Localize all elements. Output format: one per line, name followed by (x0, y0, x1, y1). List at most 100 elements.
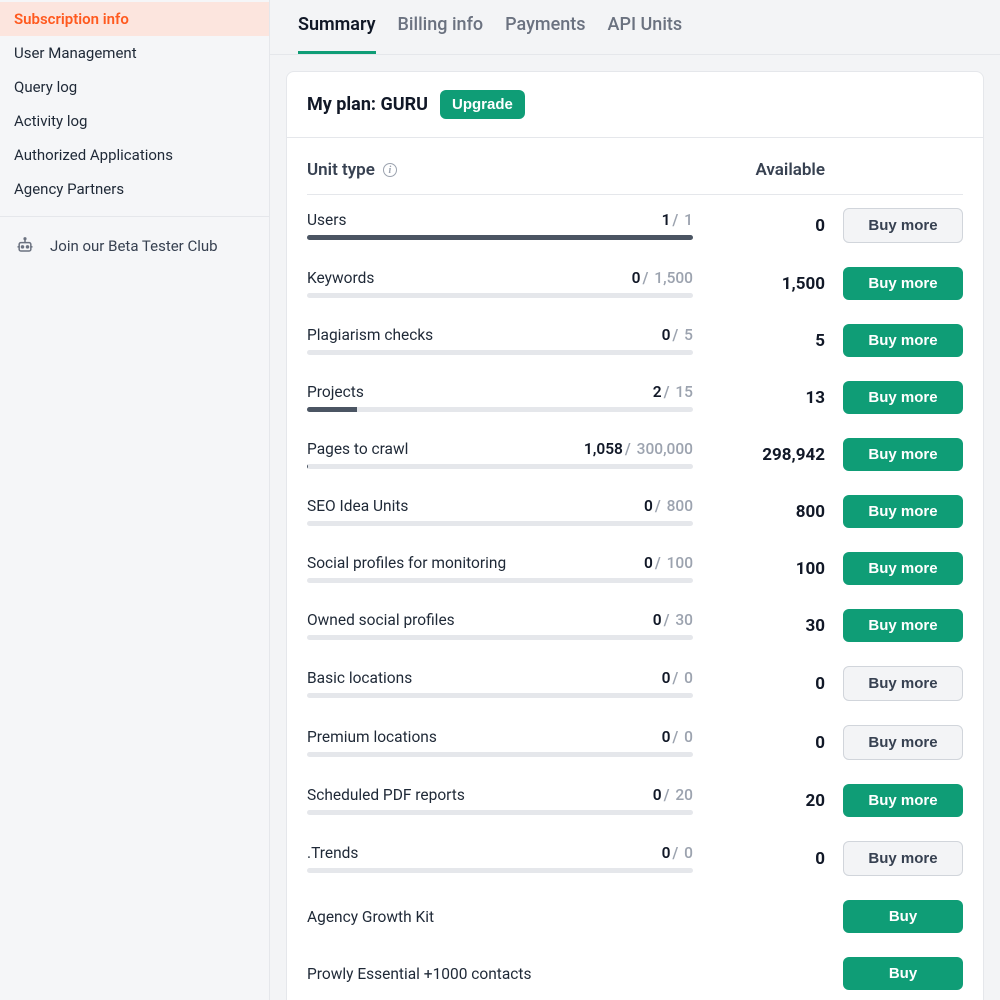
tab-payments[interactable]: Payments (505, 0, 585, 54)
unit-action: Buy more (833, 495, 963, 528)
unit-label: Basic locations (307, 669, 412, 687)
unit-available: 13 (693, 388, 833, 408)
unit-main: Premium locations0/ 0 (307, 728, 693, 757)
unit-usage: 0/ 20 (653, 786, 693, 804)
sidebar-item-agency-partners[interactable]: Agency Partners (0, 172, 269, 206)
unit-action: Buy more (833, 725, 963, 760)
unit-label: .Trends (307, 844, 358, 862)
table-row: Plagiarism checks0/ 55Buy more (307, 311, 963, 368)
buy-more-button[interactable]: Buy more (843, 495, 963, 528)
unit-action: Buy more (833, 324, 963, 357)
buy-more-button[interactable]: Buy more (843, 666, 963, 701)
beta-tester-link[interactable]: Join our Beta Tester Club (0, 227, 269, 265)
table-row: Premium locations0/ 00 Buy more (307, 712, 963, 771)
unit-label: Projects (307, 383, 364, 401)
upgrade-button[interactable]: Upgrade (440, 90, 525, 119)
unit-usage: 2/ 15 (653, 383, 693, 401)
unit-label: Social profiles for monitoring (307, 554, 506, 572)
unit-usage: 0/ 0 (662, 844, 693, 862)
unit-available: 20 (693, 791, 833, 811)
unit-usage: 1,058/ 300,000 (584, 440, 693, 458)
progress-bar (307, 868, 693, 873)
buy-more-button[interactable]: Buy more (843, 609, 963, 642)
unit-action: Buy more (833, 841, 963, 876)
beta-label: Join our Beta Tester Club (50, 237, 218, 255)
unit-label: Users (307, 211, 347, 229)
tab-summary[interactable]: Summary (298, 0, 376, 54)
tab-bar: Summary Billing info Payments API Units (270, 0, 1000, 55)
robot-icon (14, 235, 36, 257)
unit-action: Buy (833, 900, 963, 933)
buy-more-button[interactable]: Buy more (843, 438, 963, 471)
table-row: .Trends 0/ 00 Buy more (307, 828, 963, 887)
unit-label: Agency Growth Kit (307, 908, 434, 926)
sidebar-item-label: User Management (14, 44, 137, 62)
unit-label: Prowly Essential +1000 contacts (307, 965, 531, 983)
unit-main: Plagiarism checks0/ 5 (307, 326, 693, 355)
main-content: Summary Billing info Payments API Units My … (270, 0, 1000, 1000)
progress-bar (307, 235, 693, 240)
tab-api-units[interactable]: API Units (608, 0, 683, 54)
progress-bar (307, 810, 693, 815)
unit-action: Buy (833, 957, 963, 990)
unit-available: 100 (693, 559, 833, 579)
unit-label: SEO Idea Units (307, 497, 408, 515)
table-row: Agency Growth Kit Buy (307, 887, 963, 944)
sidebar-item-activity-log[interactable]: Activity log (0, 104, 269, 138)
table-row: Projects 2/ 1513 Buy more (307, 368, 963, 425)
unit-main: Users1/ 1 (307, 211, 693, 240)
sidebar-item-label: Agency Partners (14, 180, 124, 198)
buy-more-button[interactable]: Buy more (843, 784, 963, 817)
buy-more-button[interactable]: Buy more (843, 267, 963, 300)
table-row: Owned social profiles0/ 3030Buy more (307, 596, 963, 653)
sidebar-item-subscription-info[interactable]: Subscription info (0, 2, 269, 36)
unit-main: Projects 2/ 15 (307, 383, 693, 412)
progress-bar (307, 293, 693, 298)
unit-action: Buy more (833, 438, 963, 471)
table-row: Keywords0/ 1,5001,500Buy more (307, 254, 963, 311)
buy-button[interactable]: Buy (843, 900, 963, 933)
unit-usage: 0/ 1,500 (632, 269, 693, 287)
unit-action: Buy more (833, 552, 963, 585)
unit-action: Buy more (833, 208, 963, 243)
unit-label: Scheduled PDF reports (307, 786, 465, 804)
table-header-row: Unit type i Available (307, 154, 963, 195)
buy-more-button[interactable]: Buy more (843, 841, 963, 876)
info-icon[interactable]: i (383, 163, 397, 177)
table-row: SEO Idea Units0/ 800800Buy more (307, 482, 963, 539)
sidebar-item-label: Subscription info (14, 10, 129, 28)
unit-main: .Trends 0/ 0 (307, 844, 693, 873)
progress-bar (307, 578, 693, 583)
progress-bar (307, 464, 693, 469)
unit-usage: 0/ 5 (662, 326, 693, 344)
unit-label: Premium locations (307, 728, 437, 746)
unit-available: 0 (693, 216, 833, 236)
progress-bar (307, 693, 693, 698)
unit-available: 30 (693, 616, 833, 636)
buy-button[interactable]: Buy (843, 957, 963, 990)
buy-more-button[interactable]: Buy more (843, 552, 963, 585)
unit-usage: 0/ 30 (653, 611, 693, 629)
buy-more-button[interactable]: Buy more (843, 324, 963, 357)
buy-more-button[interactable]: Buy more (843, 381, 963, 414)
unit-usage: 0/ 100 (644, 554, 693, 572)
plan-title: My plan: GURU (307, 94, 428, 115)
sidebar-item-query-log[interactable]: Query log (0, 70, 269, 104)
column-unit-type-label: Unit type (307, 160, 375, 180)
table-row: Prowly Essential +1000 contacts Buy (307, 944, 963, 1000)
buy-more-button[interactable]: Buy more (843, 725, 963, 760)
buy-more-button[interactable]: Buy more (843, 208, 963, 243)
unit-main: Agency Growth Kit (307, 908, 693, 926)
sidebar-item-authorized-applications[interactable]: Authorized Applications (0, 138, 269, 172)
plan-name: GURU (380, 94, 428, 115)
unit-available: 0 (693, 733, 833, 753)
tab-billing-info[interactable]: Billing info (398, 0, 484, 54)
progress-bar (307, 521, 693, 526)
column-unit-type: Unit type i (307, 160, 693, 180)
sidebar-item-label: Query log (14, 78, 77, 96)
unit-action: Buy more (833, 267, 963, 300)
sidebar-item-user-management[interactable]: User Management (0, 36, 269, 70)
unit-available: 0 (693, 849, 833, 869)
unit-action: Buy more (833, 784, 963, 817)
progress-bar (307, 350, 693, 355)
